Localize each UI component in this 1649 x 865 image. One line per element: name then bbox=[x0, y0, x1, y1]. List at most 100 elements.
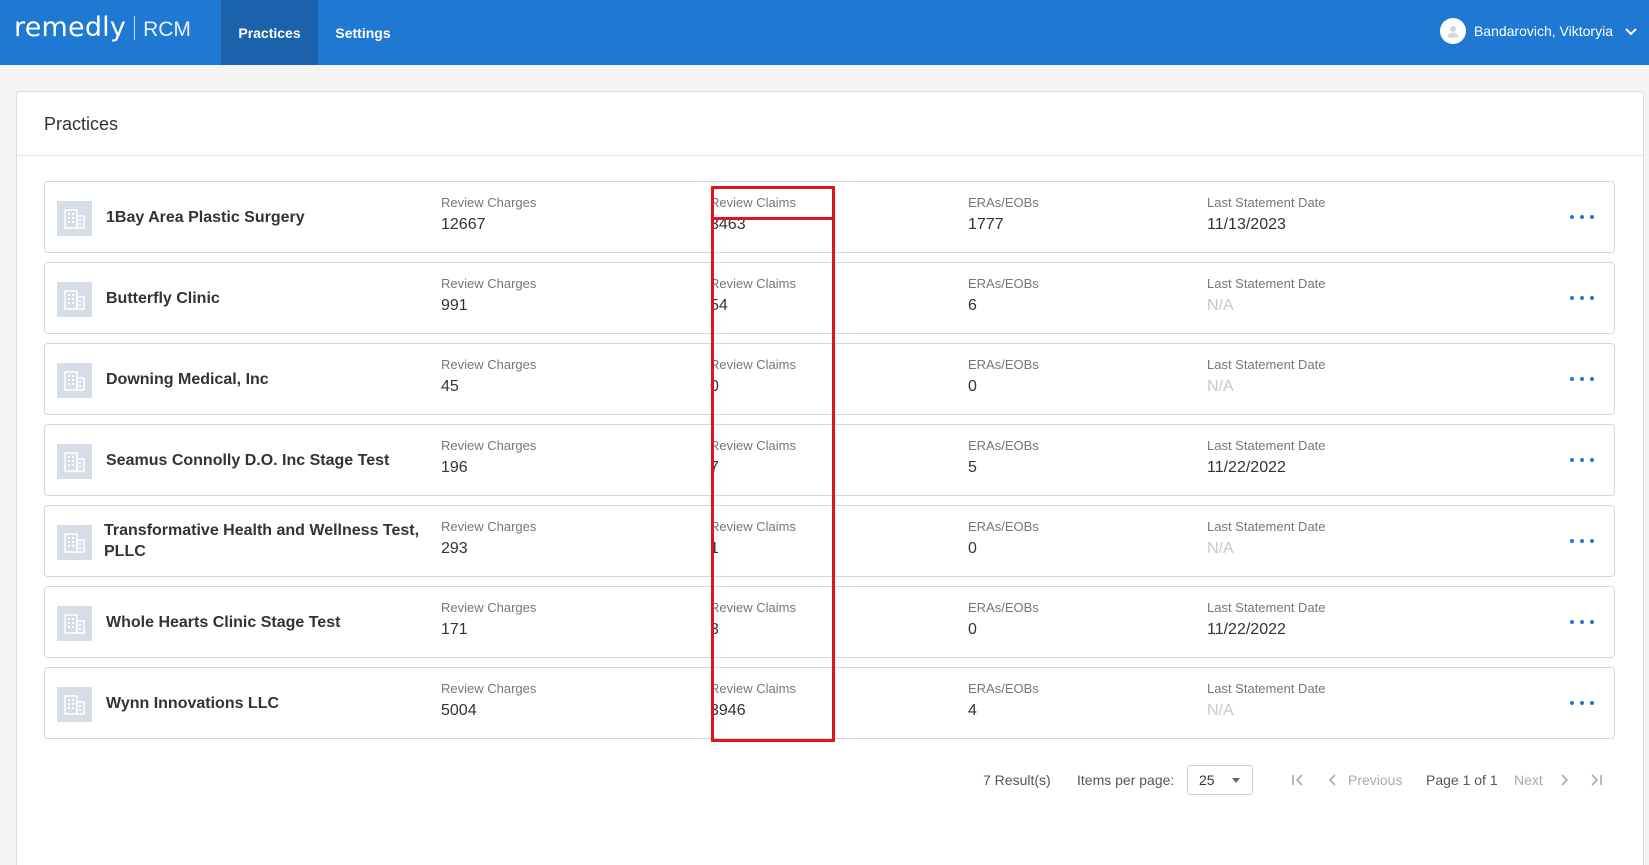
practice-row[interactable]: Downing Medical, Inc Review Charges 45 R… bbox=[44, 343, 1615, 415]
eras-eobs-cell: ERAs/EOBs 6 bbox=[968, 276, 1039, 315]
last-statement-date-cell: Last Statement Date 11/13/2023 bbox=[1207, 195, 1326, 234]
more-options-icon[interactable] bbox=[1570, 451, 1594, 469]
page-title: Practices bbox=[44, 114, 119, 134]
review-charges-cell: Review Charges 45 bbox=[441, 357, 536, 396]
review-charges-value: 12667 bbox=[441, 216, 486, 233]
last-statement-date-label: Last Statement Date bbox=[1207, 195, 1326, 210]
last-statement-date-value: 11/22/2022 bbox=[1207, 621, 1286, 638]
review-claims-value: 0 bbox=[710, 378, 719, 395]
review-charges-label: Review Charges bbox=[441, 438, 537, 453]
review-charges-value: 196 bbox=[441, 459, 468, 476]
eras-eobs-cell: ERAs/EOBs 1777 bbox=[968, 195, 1039, 234]
review-claims-cell: Review Claims 54 bbox=[710, 276, 796, 315]
chevron-right-icon[interactable] bbox=[1558, 770, 1570, 790]
building-icon bbox=[57, 282, 92, 317]
previous-page-button[interactable]: Previous bbox=[1348, 772, 1402, 788]
last-statement-date-cell: Last Statement Date N/A bbox=[1207, 357, 1326, 396]
last-statement-date-label: Last Statement Date bbox=[1207, 276, 1326, 291]
review-claims-value: 54 bbox=[710, 297, 728, 314]
last-statement-date-label: Last Statement Date bbox=[1207, 681, 1326, 696]
practice-row[interactable]: Seamus Connolly D.O. Inc Stage Test Revi… bbox=[44, 424, 1615, 496]
eras-eobs-label: ERAs/EOBs bbox=[968, 681, 1039, 696]
more-options-icon[interactable] bbox=[1570, 289, 1594, 307]
more-options-icon[interactable] bbox=[1570, 532, 1594, 550]
practice-name[interactable]: 1Bay Area Plastic Surgery bbox=[106, 182, 446, 252]
next-page-button[interactable]: Next bbox=[1514, 772, 1543, 788]
tab-settings[interactable]: Settings bbox=[318, 0, 408, 65]
first-page-icon[interactable] bbox=[1291, 770, 1305, 790]
building-icon bbox=[57, 525, 92, 560]
review-claims-value: 3463 bbox=[710, 216, 746, 233]
review-charges-cell: Review Charges 5004 bbox=[441, 681, 536, 720]
card-divider bbox=[17, 155, 1643, 156]
app-logo[interactable]: remedly RCM bbox=[14, 12, 191, 43]
logo-sub-text: RCM bbox=[143, 18, 191, 41]
review-claims-cell: Review Claims 7 bbox=[710, 438, 796, 477]
review-charges-value: 991 bbox=[441, 297, 468, 314]
review-charges-label: Review Charges bbox=[441, 681, 537, 696]
eras-eobs-cell: ERAs/EOBs 5 bbox=[968, 438, 1039, 477]
review-charges-value: 293 bbox=[441, 540, 468, 557]
review-charges-label: Review Charges bbox=[441, 357, 537, 372]
review-claims-cell: Review Claims 3 bbox=[710, 600, 796, 639]
practice-name[interactable]: Downing Medical, Inc bbox=[106, 344, 446, 414]
review-claims-label: Review Claims bbox=[710, 600, 796, 615]
review-claims-value: 1 bbox=[710, 540, 719, 557]
practice-name[interactable]: Wynn Innovations LLC bbox=[106, 668, 446, 738]
review-claims-cell: Review Claims 1 bbox=[710, 519, 796, 558]
last-statement-date-label: Last Statement Date bbox=[1207, 357, 1326, 372]
items-per-page-select[interactable]: 25 bbox=[1187, 765, 1253, 795]
practice-name[interactable]: Butterfly Clinic bbox=[106, 263, 446, 333]
eras-eobs-label: ERAs/EOBs bbox=[968, 600, 1039, 615]
review-claims-label: Review Claims bbox=[710, 681, 796, 696]
eras-eobs-label: ERAs/EOBs bbox=[968, 195, 1039, 210]
user-name: Bandarovich, Viktoryia bbox=[1473, 23, 1613, 39]
review-claims-value: 3 bbox=[710, 621, 719, 638]
more-options-icon[interactable] bbox=[1570, 370, 1594, 388]
building-icon bbox=[57, 363, 92, 398]
last-statement-date-label: Last Statement Date bbox=[1207, 600, 1326, 615]
review-claims-label: Review Claims bbox=[710, 357, 796, 372]
last-statement-date-value: N/A bbox=[1207, 702, 1234, 719]
items-per-page-label: Items per page: bbox=[1077, 772, 1175, 788]
eras-eobs-value: 4 bbox=[968, 702, 977, 719]
more-options-icon[interactable] bbox=[1570, 208, 1594, 226]
more-options-icon[interactable] bbox=[1570, 694, 1594, 712]
eras-eobs-label: ERAs/EOBs bbox=[968, 276, 1039, 291]
chevron-down-icon bbox=[1625, 28, 1637, 36]
practice-row[interactable]: Butterfly Clinic Review Charges 991 Revi… bbox=[44, 262, 1615, 334]
eras-eobs-cell: ERAs/EOBs 0 bbox=[968, 600, 1039, 639]
practice-row[interactable]: Transformative Health and Wellness Test,… bbox=[44, 505, 1615, 577]
practice-name[interactable]: Seamus Connolly D.O. Inc Stage Test bbox=[106, 425, 446, 495]
practice-row[interactable]: Wynn Innovations LLC Review Charges 5004… bbox=[44, 667, 1615, 739]
eras-eobs-label: ERAs/EOBs bbox=[968, 357, 1039, 372]
more-options-icon[interactable] bbox=[1570, 613, 1594, 631]
logo-main-text: remedly bbox=[14, 12, 127, 43]
last-page-icon[interactable] bbox=[1589, 770, 1603, 790]
review-charges-cell: Review Charges 196 bbox=[441, 438, 536, 477]
practice-row[interactable]: Whole Hearts Clinic Stage Test Review Ch… bbox=[44, 586, 1615, 658]
eras-eobs-value: 0 bbox=[968, 378, 977, 395]
review-claims-value: 7 bbox=[710, 459, 719, 476]
review-charges-value: 45 bbox=[441, 378, 459, 395]
eras-eobs-label: ERAs/EOBs bbox=[968, 519, 1039, 534]
last-statement-date-cell: Last Statement Date N/A bbox=[1207, 276, 1326, 315]
results-count: 7 Result(s) bbox=[983, 772, 1051, 788]
eras-eobs-value: 1777 bbox=[968, 216, 1004, 233]
user-menu[interactable]: Bandarovich, Viktoryia bbox=[1439, 18, 1639, 44]
practice-row[interactable]: 1Bay Area Plastic Surgery Review Charges… bbox=[44, 181, 1615, 253]
chevron-left-icon[interactable] bbox=[1327, 770, 1339, 790]
practices-card: Practices 1Bay Area Plastic Surgery Revi… bbox=[16, 91, 1644, 865]
last-statement-date-cell: Last Statement Date 11/22/2022 bbox=[1207, 600, 1326, 639]
review-claims-cell: Review Claims 3946 bbox=[710, 681, 796, 720]
last-statement-date-value: 11/22/2022 bbox=[1207, 459, 1286, 476]
building-icon bbox=[57, 444, 92, 479]
review-claims-cell: Review Claims 0 bbox=[710, 357, 796, 396]
building-icon bbox=[57, 606, 92, 641]
practice-name[interactable]: Whole Hearts Clinic Stage Test bbox=[106, 587, 446, 657]
review-charges-cell: Review Charges 12667 bbox=[441, 195, 536, 234]
eras-eobs-value: 0 bbox=[968, 621, 977, 638]
last-statement-date-value: 11/13/2023 bbox=[1207, 216, 1286, 233]
practice-name[interactable]: Transformative Health and Wellness Test,… bbox=[104, 506, 444, 576]
tab-practices[interactable]: Practices bbox=[221, 0, 318, 65]
